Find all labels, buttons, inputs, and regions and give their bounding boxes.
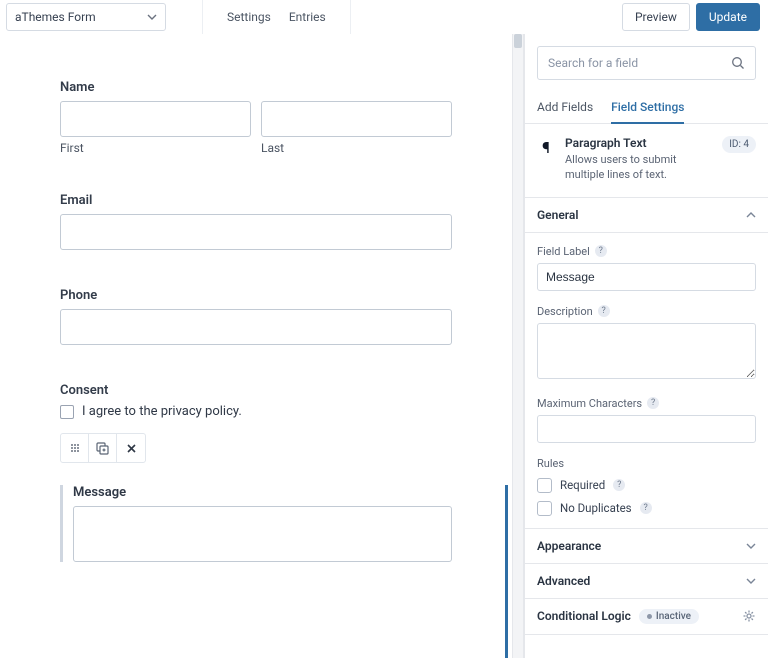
section-conditional-logic[interactable]: Conditional Logic Inactive: [525, 599, 768, 635]
field-type-card: ¶ Paragraph Text Allows users to submit …: [525, 124, 768, 198]
field-settings-sidebar: Search for a field Add Fields Field Sett…: [524, 34, 768, 658]
sublabel-first: First: [60, 141, 251, 155]
form-selector-label: aThemes Form: [15, 10, 96, 24]
consent-text: I agree to the privacy policy.: [82, 404, 242, 419]
description-textarea[interactable]: [537, 323, 756, 379]
first-name-input[interactable]: [60, 101, 251, 137]
nav-entries[interactable]: Entries: [289, 10, 326, 24]
rule-required[interactable]: Required ?: [537, 478, 756, 493]
field-label: Phone: [60, 288, 452, 303]
label-description: Description?: [537, 305, 756, 318]
canvas-scrollbar[interactable]: [512, 34, 524, 658]
duplicate-icon[interactable]: [89, 434, 117, 462]
field-label: Name: [60, 80, 452, 95]
no-duplicates-checkbox[interactable]: [537, 501, 552, 516]
field-message-selected[interactable]: Message: [60, 485, 452, 562]
field-email[interactable]: Email: [60, 193, 452, 250]
field-type-title: Paragraph Text: [565, 136, 705, 150]
field-label: Message: [73, 485, 452, 500]
consent-checkbox[interactable]: [60, 405, 74, 419]
update-button[interactable]: Update: [696, 3, 760, 31]
preview-button[interactable]: Preview: [622, 3, 690, 31]
field-action-bar: [60, 433, 146, 463]
nav-settings[interactable]: Settings: [227, 10, 271, 24]
max-chars-input[interactable]: [537, 415, 756, 443]
section-general-header[interactable]: General: [525, 198, 768, 233]
form-selector-dropdown[interactable]: aThemes Form: [6, 3, 166, 31]
form-canvas[interactable]: Name First Last Email Phone: [0, 34, 512, 658]
email-input[interactable]: [60, 214, 452, 250]
required-checkbox[interactable]: [537, 478, 552, 493]
field-label: Email: [60, 193, 452, 208]
phone-input[interactable]: [60, 309, 452, 345]
top-bar: aThemes Form Settings Entries Preview Up…: [0, 0, 768, 34]
chevron-down-icon: [746, 576, 756, 586]
drag-handle-icon[interactable]: [61, 434, 89, 462]
field-label-input[interactable]: [537, 263, 756, 291]
message-textarea[interactable]: [73, 506, 452, 562]
label-field-label: Field Label?: [537, 245, 756, 258]
field-label: Consent: [60, 383, 452, 398]
tab-add-fields[interactable]: Add Fields: [537, 92, 593, 123]
last-name-input[interactable]: [261, 101, 452, 137]
section-general-body: Field Label? Description? Maximum Charac…: [525, 233, 768, 529]
search-placeholder: Search for a field: [548, 56, 638, 70]
paragraph-icon: ¶: [537, 136, 555, 183]
section-advanced-header[interactable]: Advanced: [525, 564, 768, 599]
field-type-desc: Allows users to submit multiple lines of…: [565, 152, 705, 183]
search-field-input[interactable]: Search for a field: [537, 46, 756, 80]
chevron-up-icon: [746, 210, 756, 220]
sublabel-last: Last: [261, 141, 452, 155]
close-icon[interactable]: [117, 434, 145, 462]
field-name[interactable]: Name First Last: [60, 80, 452, 155]
help-icon[interactable]: ?: [598, 305, 610, 317]
search-icon: [731, 56, 745, 70]
label-rules: Rules: [537, 457, 756, 470]
section-appearance-header[interactable]: Appearance: [525, 529, 768, 564]
help-icon[interactable]: ?: [640, 502, 652, 514]
chevron-down-icon: [147, 12, 157, 22]
sidebar-tabs: Add Fields Field Settings: [525, 92, 768, 124]
gear-icon[interactable]: [742, 609, 756, 623]
field-consent[interactable]: Consent I agree to the privacy policy.: [60, 383, 452, 463]
label-max-chars: Maximum Characters?: [537, 397, 756, 410]
conditional-status-pill: Inactive: [639, 609, 699, 624]
tab-field-settings[interactable]: Field Settings: [611, 92, 684, 124]
rule-no-duplicates[interactable]: No Duplicates ?: [537, 501, 756, 516]
help-icon[interactable]: ?: [595, 245, 607, 257]
chevron-down-icon: [746, 541, 756, 551]
field-id-badge: ID: 4: [722, 136, 756, 153]
field-phone[interactable]: Phone: [60, 288, 452, 345]
help-icon[interactable]: ?: [647, 397, 659, 409]
help-icon[interactable]: ?: [613, 479, 625, 491]
